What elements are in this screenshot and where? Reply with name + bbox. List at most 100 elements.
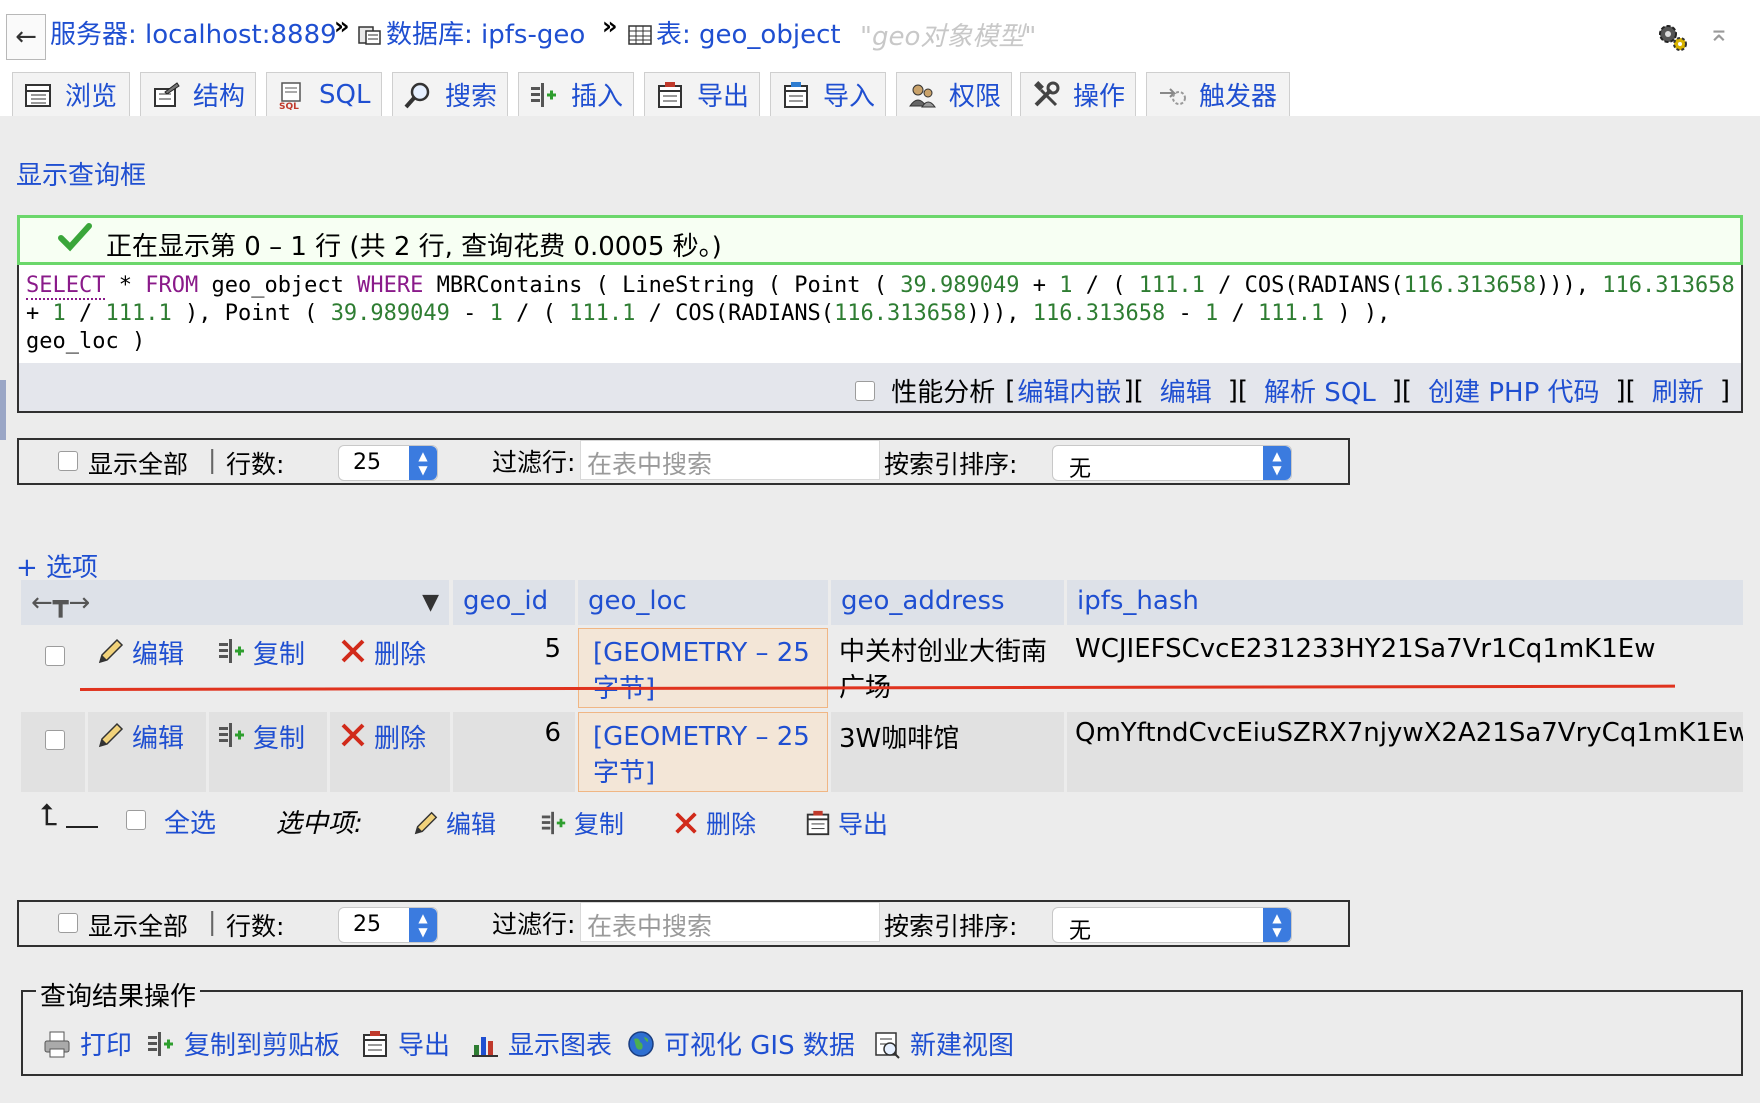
rows-select[interactable]: 25 ▲ ▼ [338,445,438,481]
search-icon [404,82,430,108]
tab-browse[interactable]: 浏览 [12,72,130,116]
settings-gear-icon[interactable] [1656,20,1690,54]
tab-operations[interactable]: 操作 [1020,72,1136,116]
privileges-icon [909,84,936,107]
database-label[interactable]: 数据库: ipfs-geo [386,20,585,50]
tab-structure[interactable]: 结构 [140,72,256,116]
row-copy-button[interactable]: 复制 [209,628,327,708]
create-view-link[interactable]: 新建视图 [872,1025,1014,1062]
copy-to-clipboard-label: 复制到剪贴板 [184,1031,341,1061]
arrow-line [66,826,98,828]
select-all-checkbox[interactable] [126,810,146,830]
table-icon [628,25,652,45]
row-edit-button[interactable]: 编辑 [88,712,206,792]
sort-select-value: 无 [1069,457,1092,482]
dropdown-arrow-icon[interactable]: ▼ [422,590,439,615]
tab-label: SQL [319,79,371,110]
edit-link[interactable]: 编辑 [1160,372,1212,409]
select-arrows-icon: ▲ ▼ [1263,908,1291,942]
create-view-icon [875,1031,900,1059]
breadcrumb-database[interactable]: 数据库: ipfs-geo [358,14,585,51]
tab-triggers[interactable]: 触发器 [1146,72,1290,116]
tab-label: 操作 [1073,82,1126,112]
bulk-delete-label: 删除 [706,810,757,839]
options-toggle-link[interactable]: + 选项 [16,547,98,584]
bulk-export-button[interactable]: 导出 [804,805,888,841]
table-label[interactable]: 表: geo_object [656,20,841,50]
select-arrows-icon: ▲ ▼ [409,908,437,942]
sidebar-edge [0,380,6,440]
export-link[interactable]: 导出 [360,1025,450,1062]
sort-by-key-label: 按索引排序: [884,912,1018,941]
breadcrumb-server[interactable]: 服务器: localhost:8889 [50,14,337,51]
tab-search[interactable]: 搜索 [392,72,508,116]
show-all-checkbox[interactable] [58,913,78,933]
operations-icon [1034,80,1060,106]
cell-geo-id[interactable]: 6 [453,712,575,792]
back-arrow-button[interactable]: ← [6,14,46,60]
delete-icon [675,812,697,834]
tab-export[interactable]: 导出 [644,72,760,116]
refresh-link[interactable]: 刷新 [1652,372,1704,409]
rows-select-value: 25 [353,912,381,937]
pencil-icon [98,722,124,748]
column-header-geo-loc[interactable]: geo_loc [578,580,828,625]
copy-icon [148,1031,173,1056]
pencil-icon [98,638,124,664]
edit-inline-link[interactable]: 编辑内嵌 [1017,372,1121,409]
filter-rows-input[interactable]: 在表中搜索 [580,902,880,942]
cell-ipfs-hash[interactable]: WCJIEFSCvcE231233HY21Sa7Vr1Cq1mK1Ew [1067,628,1743,708]
result-status-text: 正在显示第 0 – 1 行 (共 2 行, 查询花费 0.0005 秒。) [106,232,722,262]
tab-sql[interactable]: SQL SQL [266,72,382,116]
print-link[interactable]: 打印 [42,1025,132,1062]
breadcrumb-table[interactable]: 表: geo_object [628,14,841,51]
rows-label: 行数: [226,912,285,941]
copy-label: 复制 [253,640,306,670]
tab-privileges[interactable]: 权限 [896,72,1012,116]
cell-ipfs-hash[interactable]: QmYftndCvcEiuSZRX7njywX2A21Sa7VryCq1mK1E… [1067,712,1743,792]
select-all-label[interactable]: 全选 [164,803,216,840]
copy-to-clipboard-link[interactable]: 复制到剪贴板 [146,1025,340,1062]
column-header-geo-id[interactable]: geo_id [453,580,575,625]
filter-rows-input[interactable]: 在表中搜索 [580,440,880,480]
column-header-geo-address[interactable]: geo_address [831,580,1064,625]
show-all-label: 显示全部 [88,912,189,941]
row-edit-button[interactable]: 编辑 [88,628,206,708]
rows-select[interactable]: 25 ▲ ▼ [338,907,438,943]
bulk-delete-button[interactable]: 删除 [672,805,756,841]
tab-label: 导入 [823,82,876,112]
column-header-ipfs-hash[interactable]: ipfs_hash [1067,580,1743,625]
cell-geo-loc[interactable]: [GEOMETRY – 25 字节] [578,712,828,792]
show-query-box-link[interactable]: 显示查询框 [16,155,146,192]
bulk-edit-label: 编辑 [446,810,497,839]
row-delete-button[interactable]: 删除 [330,712,450,792]
display-chart-link[interactable]: 显示图表 [470,1025,612,1062]
explain-sql-link[interactable]: 解析 SQL [1264,372,1376,409]
tab-insert[interactable]: 插入 [518,72,634,116]
delete-icon [341,639,365,663]
sort-by-key-label: 按索引排序: [884,450,1018,479]
sort-select-value: 无 [1069,919,1092,944]
create-php-code-link[interactable]: 创建 PHP 代码 [1428,372,1599,409]
copy-icon [541,811,566,835]
row-copy-button[interactable]: 复制 [209,712,327,792]
server-label[interactable]: 服务器: localhost:8889 [50,20,337,50]
sort-by-key-select[interactable]: 无 ▲ ▼ [1052,445,1292,482]
cell-geo-address[interactable]: 中关村创业大街南广场 [831,628,1064,708]
import-icon [784,81,808,108]
cell-geo-address[interactable]: 3W咖啡馆 [831,712,1064,792]
row-checkbox[interactable] [45,646,65,666]
row-checkbox[interactable] [45,730,65,750]
show-all-checkbox[interactable] [58,451,78,471]
column-resize-icon[interactable]: ←┳→ [31,588,90,618]
cell-geo-id[interactable]: 5 [453,628,575,708]
bulk-edit-button[interactable]: 编辑 [412,805,496,841]
sort-by-key-select[interactable]: 无 ▲ ▼ [1052,907,1292,944]
collapse-icon[interactable]: ⌅ [1708,18,1730,48]
row-delete-button[interactable]: 删除 [330,628,450,708]
visualize-gis-link[interactable]: 可视化 GIS 数据 [626,1025,855,1062]
tab-import[interactable]: 导入 [770,72,886,116]
cell-geo-loc[interactable]: [GEOMETRY – 25 字节] [578,628,828,708]
profiling-checkbox[interactable] [855,380,876,401]
bulk-copy-button[interactable]: 复制 [540,805,624,841]
